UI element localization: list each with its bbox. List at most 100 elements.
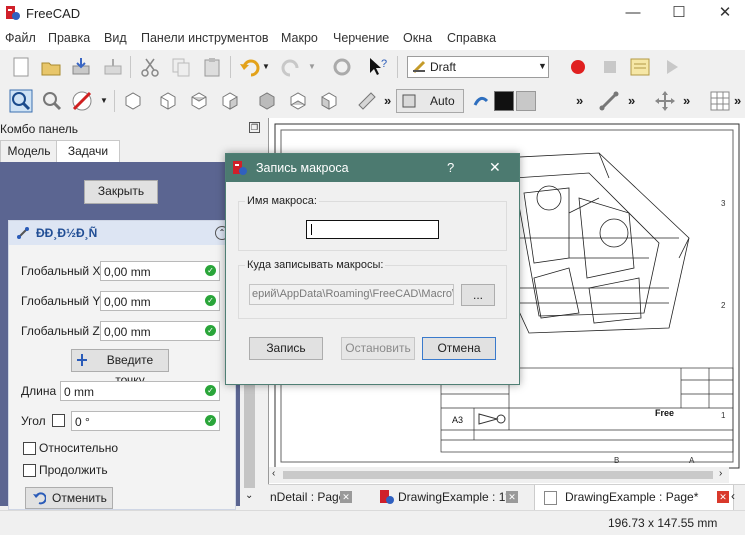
save-icon[interactable] bbox=[70, 56, 92, 78]
cancel-button[interactable]: Отмена bbox=[422, 337, 496, 360]
redo-dropdown-icon[interactable]: ▼ bbox=[308, 62, 316, 71]
construction-mode-button[interactable]: Auto bbox=[396, 89, 464, 113]
fit-selection-icon[interactable] bbox=[40, 89, 64, 113]
macro-path-input[interactable]: ерий\AppData\Roaming\FreeCAD\Macro\ bbox=[249, 284, 454, 305]
cancel-task-button[interactable]: Отменить bbox=[25, 487, 113, 509]
view-right-icon[interactable] bbox=[219, 90, 241, 112]
view-front-icon[interactable] bbox=[157, 90, 179, 112]
record-macro-icon[interactable] bbox=[568, 57, 588, 77]
length-input[interactable]: 0 mm bbox=[60, 381, 220, 401]
view-top-icon[interactable] bbox=[188, 90, 210, 112]
text-cursor bbox=[311, 224, 312, 235]
macro-path-value: ерий\AppData\Roaming\FreeCAD\Macro\ bbox=[252, 288, 454, 300]
browse-button[interactable]: ... bbox=[461, 284, 495, 306]
face-color-swatch[interactable] bbox=[516, 91, 536, 111]
toolbar-overflow-icon[interactable]: » bbox=[576, 93, 583, 108]
undo-icon[interactable] bbox=[238, 56, 260, 78]
undo-arrow-icon bbox=[33, 492, 46, 505]
sheet-size-label: A3 bbox=[452, 415, 463, 425]
column-letter: A bbox=[689, 456, 695, 465]
menu-windows[interactable]: Окна bbox=[403, 31, 432, 45]
view-isometric-icon[interactable] bbox=[122, 90, 144, 112]
workbench-selector[interactable]: Draft ▼ bbox=[407, 56, 549, 78]
global-z-input[interactable]: 0,00 mm bbox=[100, 321, 220, 341]
draw-style-dropdown-icon[interactable]: ▼ bbox=[100, 96, 108, 105]
valid-check-icon: ✓ bbox=[205, 325, 216, 336]
cut-icon[interactable] bbox=[139, 56, 161, 78]
menu-drafting[interactable]: Черчение bbox=[333, 31, 389, 45]
close-tab-icon[interactable]: ✕ bbox=[717, 491, 729, 503]
fit-all-icon[interactable] bbox=[9, 89, 33, 113]
tabs-scroll-left-icon[interactable]: ‹ bbox=[731, 489, 735, 503]
view-rear-icon[interactable] bbox=[256, 90, 278, 112]
macro-name-label: Имя макроса: bbox=[245, 195, 319, 207]
paste-icon[interactable] bbox=[201, 56, 223, 78]
close-tab-icon[interactable]: ✕ bbox=[506, 491, 518, 503]
toggle-grid-icon[interactable] bbox=[709, 90, 731, 112]
draw-style-icon[interactable] bbox=[70, 89, 94, 113]
view-left-icon[interactable] bbox=[318, 90, 340, 112]
maximize-button[interactable]: ☐ bbox=[656, 0, 702, 28]
undo-dropdown-icon[interactable]: ▼ bbox=[262, 62, 270, 71]
tab-drawingexample-page[interactable]: DrawingExample : Page* ✕ bbox=[534, 485, 734, 510]
row-number: 3 bbox=[721, 199, 726, 208]
close-task-button[interactable]: Закрыть bbox=[84, 180, 158, 204]
task-panel-header[interactable]: ÐÐ¸Ð½Ð¸Ñ ⌃ bbox=[9, 221, 235, 245]
close-window-button[interactable]: ✕ bbox=[702, 0, 745, 28]
new-document-icon[interactable] bbox=[10, 56, 32, 78]
toolbar-overflow-icon[interactable]: » bbox=[734, 93, 741, 108]
stop-macro-icon[interactable] bbox=[600, 57, 620, 77]
h-scroll-thumb[interactable] bbox=[283, 471, 713, 479]
menu-help[interactable]: Справка bbox=[447, 31, 496, 45]
tab-detail-page[interactable]: nDetail : Page ✕ bbox=[268, 485, 372, 510]
scroll-down-icon[interactable]: ⌄ bbox=[245, 490, 253, 501]
valid-check-icon: ✓ bbox=[205, 415, 216, 426]
record-button[interactable]: Запись bbox=[249, 337, 323, 360]
point-icon bbox=[77, 354, 87, 366]
macro-name-input[interactable] bbox=[306, 220, 439, 239]
tab-drawingexample-1[interactable]: DrawingExample : 1* ✕ bbox=[376, 485, 526, 510]
close-tab-icon[interactable]: ✕ bbox=[340, 491, 352, 503]
toolbar-overflow-icon[interactable]: » bbox=[628, 93, 635, 108]
toolbar-separator bbox=[114, 90, 115, 112]
stop-button[interactable]: Остановить bbox=[341, 337, 415, 360]
minimize-button[interactable]: — bbox=[610, 0, 656, 28]
close-dialog-button[interactable]: ✕ bbox=[489, 159, 501, 176]
refresh-icon[interactable] bbox=[331, 56, 353, 78]
copy-icon[interactable] bbox=[170, 56, 192, 78]
line-color-swatch[interactable] bbox=[494, 91, 514, 111]
macros-edit-icon[interactable] bbox=[629, 56, 651, 78]
help-button[interactable]: ? bbox=[447, 160, 454, 175]
save-as-icon[interactable] bbox=[102, 56, 124, 78]
measure-distance-icon[interactable] bbox=[356, 90, 378, 112]
global-x-input[interactable]: 0,00 mm bbox=[100, 261, 220, 281]
draft-workbench-icon bbox=[412, 60, 426, 74]
tab-tasks[interactable]: Задачи bbox=[56, 140, 120, 162]
angle-checkbox[interactable] bbox=[52, 414, 65, 427]
redo-icon[interactable] bbox=[281, 56, 303, 78]
menu-edit[interactable]: Правка bbox=[48, 31, 90, 45]
toolbar-overflow-icon[interactable]: » bbox=[384, 93, 391, 108]
enter-point-button[interactable]: Введите точку bbox=[71, 349, 169, 387]
menu-toolbars[interactable]: Панели инструментов bbox=[141, 31, 269, 45]
tab-model[interactable]: Модель bbox=[0, 140, 58, 163]
draft-move-icon[interactable] bbox=[654, 90, 676, 112]
undock-icon[interactable]: ❐ bbox=[249, 122, 260, 133]
relative-checkbox[interactable] bbox=[23, 442, 36, 455]
global-y-input[interactable]: 0,00 mm bbox=[100, 291, 220, 311]
toolbar-overflow-icon[interactable]: » bbox=[683, 93, 690, 108]
whats-this-icon[interactable]: ? bbox=[367, 56, 389, 78]
drawing-h-scrollbar[interactable]: ‹ › bbox=[269, 467, 729, 483]
menu-view[interactable]: Вид bbox=[104, 31, 127, 45]
menu-file[interactable]: Файл bbox=[5, 31, 36, 45]
angle-input[interactable]: 0 ° bbox=[71, 411, 220, 431]
continue-checkbox[interactable] bbox=[23, 464, 36, 477]
scroll-right-icon[interactable]: › bbox=[719, 468, 722, 479]
view-bottom-icon[interactable] bbox=[287, 90, 309, 112]
scroll-left-icon[interactable]: ‹ bbox=[272, 468, 275, 479]
execute-macro-icon[interactable] bbox=[662, 57, 682, 77]
open-folder-icon[interactable] bbox=[40, 56, 62, 78]
draft-line-icon[interactable] bbox=[598, 90, 620, 112]
menu-macro[interactable]: Макро bbox=[281, 31, 318, 45]
line-color-icon[interactable] bbox=[470, 90, 492, 112]
